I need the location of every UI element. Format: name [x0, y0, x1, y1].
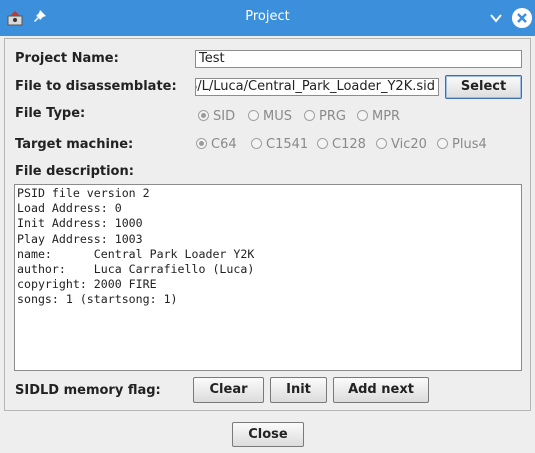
radio-icon: [317, 138, 328, 149]
radio-icon: [251, 138, 262, 149]
target-c128-label: C128: [332, 137, 366, 152]
close-button[interactable]: Close: [232, 422, 304, 447]
file-type-label: File Type:: [15, 106, 86, 121]
project-name-label: Project Name:: [15, 51, 119, 66]
file-type-prg-radio[interactable]: PRG: [304, 109, 346, 125]
chevron-down-icon[interactable]: [489, 11, 503, 25]
file-type-prg-label: PRG: [319, 109, 346, 124]
target-c128-radio[interactable]: C128: [317, 137, 366, 153]
target-c64-label: C64: [211, 137, 237, 152]
target-c1541-radio[interactable]: C1541: [251, 137, 308, 153]
target-c64-radio[interactable]: C64: [196, 137, 237, 153]
radio-icon: [357, 110, 368, 121]
radio-icon: [304, 110, 315, 121]
target-plus4-radio[interactable]: Plus4: [437, 137, 487, 153]
file-type-mpr-radio[interactable]: MPR: [357, 109, 400, 125]
radio-icon: [437, 138, 448, 149]
clear-button[interactable]: Clear: [193, 377, 264, 403]
radio-selected-icon: [198, 110, 209, 121]
radio-selected-icon: [196, 138, 207, 149]
file-description-textarea[interactable]: PSID file version 2 Load Address: 0 Init…: [14, 184, 522, 371]
radio-icon: [248, 110, 259, 121]
window-title: Project: [245, 9, 290, 24]
title-bar: Project: [0, 0, 535, 36]
add-next-button[interactable]: Add next: [333, 377, 429, 403]
radio-icon: [376, 138, 387, 149]
file-type-mus-label: MUS: [263, 109, 292, 124]
file-path-text: NS/L/Luca/Central_Park_Loader_Y2K.sid: [195, 79, 435, 94]
init-button[interactable]: Init: [270, 377, 327, 403]
file-type-mus-radio[interactable]: MUS: [248, 109, 292, 125]
file-label: File to disassemblate:: [15, 79, 177, 94]
target-machine-label: Target machine:: [15, 137, 134, 152]
target-plus4-label: Plus4: [452, 137, 487, 152]
file-type-mpr-label: MPR: [372, 109, 401, 124]
file-type-sid-label: SID: [213, 109, 236, 124]
target-vic20-label: Vic20: [391, 137, 427, 152]
project-name-input[interactable]: Test: [195, 50, 522, 68]
file-description-label: File description:: [15, 164, 134, 179]
file-type-sid-radio[interactable]: SID: [198, 109, 235, 125]
close-icon[interactable]: [512, 8, 532, 28]
file-path-input[interactable]: NS/L/Luca/Central_Park_Loader_Y2K.sid: [195, 78, 439, 96]
select-button[interactable]: Select: [445, 75, 522, 99]
target-c1541-label: C1541: [266, 137, 309, 152]
memory-flag-label: SIDLD memory flag:: [15, 383, 161, 398]
target-vic20-radio[interactable]: Vic20: [376, 137, 427, 153]
